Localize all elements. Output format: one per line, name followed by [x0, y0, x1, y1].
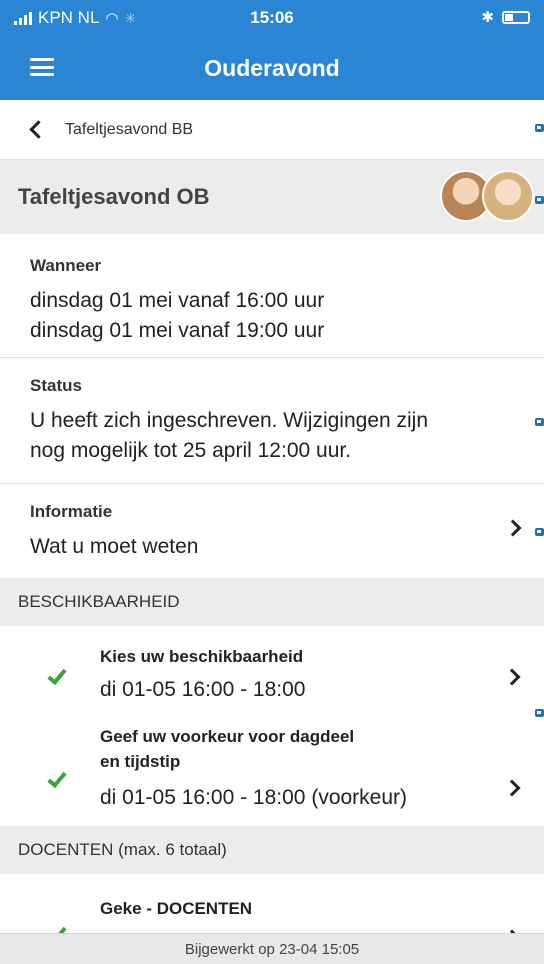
item-label-line-1: Geef uw voorkeur voor dagdeel — [100, 727, 355, 746]
chevron-right-icon — [503, 668, 521, 686]
teachers-header: DOCENTEN (max. 6 totaal) — [0, 826, 544, 874]
checkmark-icon — [47, 922, 67, 933]
item-value: di 01-05 16:00 - 18:00 (voorkeur) — [100, 786, 408, 809]
status-right: ✱ — [481, 8, 530, 26]
availability-header: BESCHIKBAARHEID — [0, 578, 544, 626]
when-label: Wanneer — [30, 256, 102, 275]
availability-list: Kies uw beschikbaarheid di 01-05 16:00 -… — [0, 626, 544, 826]
item-value: di 01-05 16:00 - 18:00 — [100, 678, 306, 701]
edge-marker-icon — [535, 528, 544, 536]
info-section[interactable]: Informatie Wat u moet weten — [0, 484, 544, 578]
page-title: Ouderavond — [204, 55, 340, 81]
info-label: Informatie — [30, 502, 113, 521]
edge-marker-icon — [535, 124, 544, 132]
updated-footer: Bijgewerkt op 23-04 15:05 — [0, 933, 544, 964]
list-item[interactable]: Geke - DOCENTEN — [0, 874, 544, 933]
availability-header-label: BESCHIKBAARHEID — [18, 592, 180, 611]
list-item[interactable]: Kies uw beschikbaarheid di 01-05 16:00 -… — [0, 626, 544, 710]
edge-marker-icon — [535, 418, 544, 426]
info-value: Wat u moet weten — [30, 535, 199, 558]
when-line-1: dinsdag 01 mei vanaf 16:00 uur — [30, 289, 325, 312]
status-line-2: nog mogelijk tot 25 april 12:00 uur. — [30, 439, 352, 462]
status-section: Status U heeft zich ingeschreven. Wijzig… — [0, 358, 544, 484]
status-line-1: U heeft zich ingeschreven. Wijzigingen z… — [30, 409, 429, 432]
edge-marker-icon — [535, 709, 544, 717]
item-label: Geke - DOCENTEN — [100, 899, 253, 918]
chevron-right-icon — [504, 519, 522, 537]
edge-marker-icon — [535, 196, 544, 204]
clock: 15:06 — [250, 8, 294, 27]
teachers-header-label: DOCENTEN (max. 6 totaal) — [18, 840, 227, 859]
checkmark-icon — [47, 664, 67, 686]
when-line-2: dinsdag 01 mei vanaf 19:00 uur — [30, 319, 325, 342]
chevron-left-icon — [29, 120, 48, 139]
teachers-list: Geke - DOCENTEN — [0, 874, 544, 933]
item-label: Kies uw beschikbaarheid — [100, 647, 304, 666]
event-header: Tafeltjesavond OB — [0, 160, 544, 234]
back-link-label: Tafeltjesavond BB — [65, 120, 194, 138]
navbar: Ouderavond — [0, 36, 544, 100]
chevron-right-icon — [503, 779, 521, 797]
item-label-line-2: en tijdstip — [100, 752, 181, 771]
status-label: Status — [30, 376, 82, 395]
bluetooth-icon: ✱ — [481, 9, 494, 26]
avatar — [482, 170, 534, 222]
back-link[interactable]: Tafeltjesavond BB — [0, 100, 544, 160]
battery-icon — [502, 10, 530, 24]
when-section: Wanneer dinsdag 01 mei vanaf 16:00 uur d… — [0, 234, 544, 358]
list-item[interactable]: Geef uw voorkeur voor dagdeel en tijdsti… — [0, 710, 544, 826]
event-title: Tafeltjesavond OB — [18, 184, 210, 209]
checkmark-icon — [47, 767, 67, 789]
status-bar: KPN NL ◠ ✳ 15:06 ✱ — [0, 0, 544, 36]
